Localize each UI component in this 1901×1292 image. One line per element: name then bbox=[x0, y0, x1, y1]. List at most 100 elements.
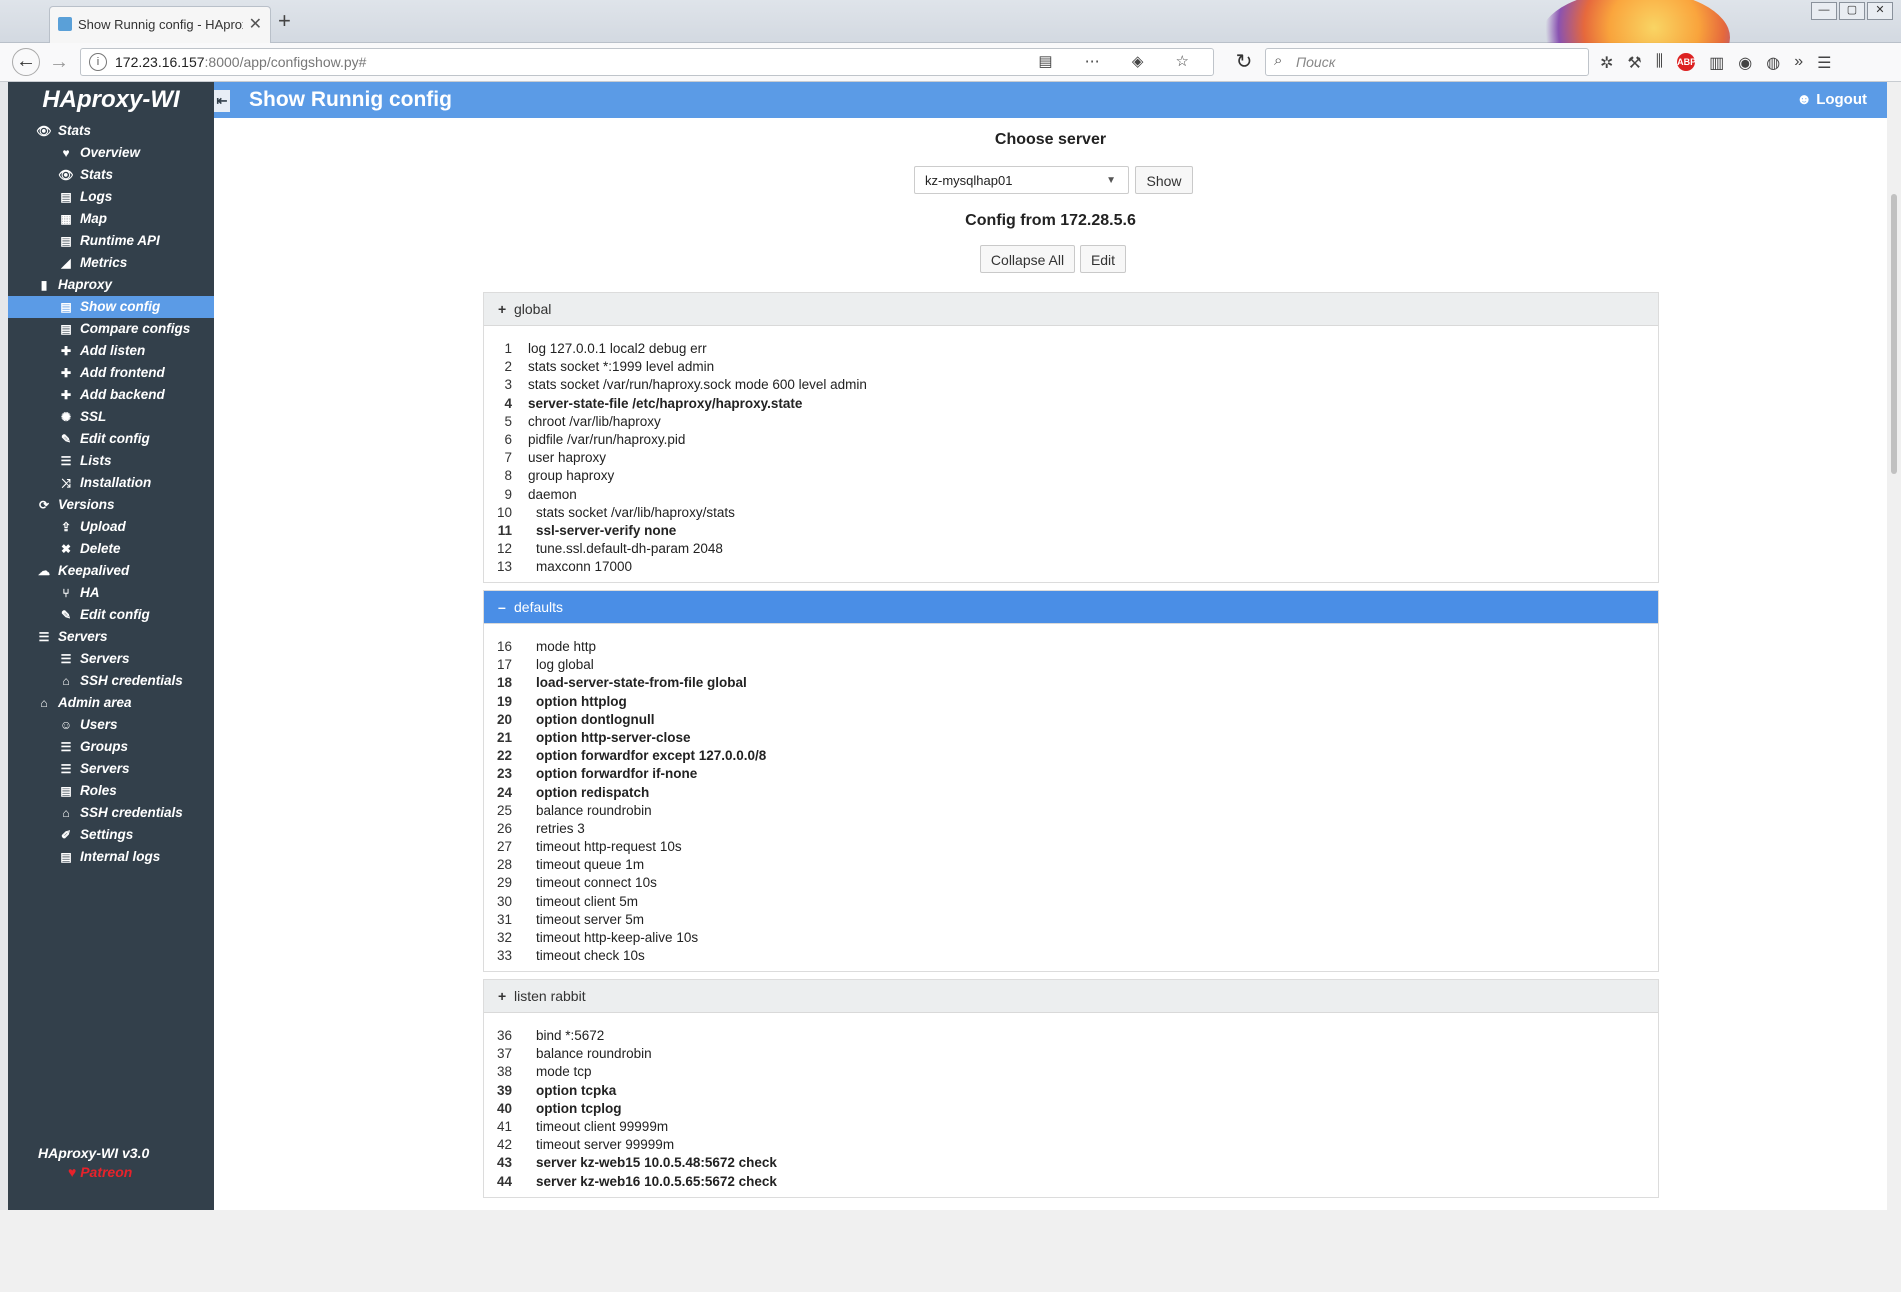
chevron-down-icon: ▼ bbox=[1106, 175, 1116, 186]
sidebar-item-internal-logs[interactable]: ▤ Internal logs bbox=[8, 846, 214, 868]
sidebar-item-compare-configs[interactable]: ▤ Compare configs bbox=[8, 318, 214, 340]
overflow-icon[interactable]: » bbox=[1794, 53, 1803, 73]
menu-icon[interactable]: ☰ bbox=[1817, 53, 1831, 73]
extension-icon[interactable]: ◉ bbox=[1738, 53, 1752, 73]
line-text: ssl-server-verify none bbox=[536, 522, 677, 538]
sidebar-item-groups[interactable]: ☰ Groups bbox=[8, 736, 214, 758]
line-number: 29 bbox=[496, 875, 512, 891]
line-text: server kz-web16 10.0.5.65:5672 check bbox=[536, 1173, 777, 1189]
sidebar-icon[interactable]: ▥ bbox=[1709, 53, 1724, 73]
line-text: server-state-file /etc/haproxy/haproxy.s… bbox=[528, 395, 803, 411]
config-line: 1 log 127.0.0.1 local2 debug err bbox=[484, 340, 1658, 358]
minimize-button[interactable]: — bbox=[1811, 2, 1837, 20]
ssl-icon: ✺ bbox=[60, 410, 72, 424]
search-bar[interactable]: ⌕ Поиск bbox=[1265, 48, 1589, 76]
line-text: pidfile /var/run/haproxy.pid bbox=[528, 431, 686, 447]
show-button[interactable]: Show bbox=[1135, 166, 1193, 194]
line-text: balance roundrobin bbox=[536, 1046, 652, 1062]
brand-logo[interactable]: HAproxy-WI bbox=[8, 82, 214, 118]
servers-sub-icon: ☰ bbox=[60, 652, 72, 666]
line-number: 16 bbox=[496, 639, 512, 654]
section-name: listen rabbit bbox=[514, 988, 586, 1004]
sidebar-item-servers[interactable]: ☰ Servers bbox=[8, 626, 214, 648]
url-bar[interactable]: i 172.23.16.157:8000/app/configshow.py# … bbox=[80, 48, 1214, 76]
section-header[interactable]: + listen rabbit bbox=[484, 980, 1658, 1013]
sidebar-item-admin-area[interactable]: ⌂ Admin area bbox=[8, 692, 214, 714]
forward-button[interactable]: → bbox=[45, 49, 73, 75]
section-header[interactable]: + global bbox=[484, 293, 1658, 326]
sidebar-item-lists[interactable]: ☰ Lists bbox=[8, 450, 214, 472]
sidebar-item-metrics[interactable]: ◢ Metrics bbox=[8, 252, 214, 274]
line-text: option tcpka bbox=[536, 1082, 617, 1098]
browser-tab[interactable]: Show Runnig config - HAproxy ✕ bbox=[49, 6, 271, 43]
url-actions[interactable]: ▤ ⋯ ◈ ☆ bbox=[1038, 52, 1203, 70]
collapse-sidebar-button[interactable]: ⇤ bbox=[214, 90, 230, 112]
line-number: 27 bbox=[496, 839, 512, 855]
sidebar-item-stats-sub[interactable]: 👁 Stats bbox=[8, 164, 214, 186]
patreon-link[interactable]: ♥ Patreon bbox=[68, 1164, 149, 1180]
sidebar-item-label: Keepalived bbox=[58, 563, 130, 578]
sidebar-item-roles[interactable]: ▤ Roles bbox=[8, 780, 214, 802]
sidebar-item-keepalived-edit-config[interactable]: ✎ Edit config bbox=[8, 604, 214, 626]
sidebar-item-admin-servers[interactable]: ☰ Servers bbox=[8, 758, 214, 780]
users-icon: ☺ bbox=[59, 718, 73, 732]
page-scrollbar[interactable] bbox=[1887, 164, 1901, 1292]
new-tab-button[interactable]: + bbox=[278, 8, 291, 34]
page-title: Show Runnig config bbox=[249, 88, 452, 111]
sidebar-item-map[interactable]: ▦ Map bbox=[8, 208, 214, 230]
library-icon[interactable]: ⫼ bbox=[1656, 53, 1663, 73]
sidebar-item-upload[interactable]: ⇪ Upload bbox=[8, 516, 214, 538]
sidebar-item-ssh-credentials[interactable]: ⌂ SSH credentials bbox=[8, 670, 214, 692]
ha-icon: ⑂ bbox=[62, 586, 70, 600]
scrollbar-thumb[interactable] bbox=[1891, 194, 1897, 474]
line-text: group haproxy bbox=[528, 468, 615, 484]
sidebar-item-add-listen[interactable]: ✚ Add listen bbox=[8, 340, 214, 362]
sidebar-item-haproxy[interactable]: ▮ Haproxy bbox=[8, 274, 214, 296]
sidebar-item-logs[interactable]: ▤ Logs bbox=[8, 186, 214, 208]
config-line: 24 option redispatch bbox=[484, 784, 1658, 802]
sidebar-item-stats[interactable]: 👁 Stats bbox=[8, 120, 214, 142]
addon-icon[interactable]: ◍ bbox=[1766, 53, 1780, 73]
config-line: 29 timeout connect 10s bbox=[484, 874, 1658, 892]
wrench-icon[interactable]: ⚒ bbox=[1627, 53, 1641, 73]
server-select[interactable]: kz-mysqlhap01 ▼ bbox=[914, 166, 1129, 194]
site-info-icon[interactable]: i bbox=[89, 53, 107, 71]
sidebar-item-overview[interactable]: ♥ Overview bbox=[8, 142, 214, 164]
sidebar-item-runtime-api[interactable]: ▤ Runtime API bbox=[8, 230, 214, 252]
line-text: timeout server 5m bbox=[536, 911, 645, 927]
config-line: 37 balance roundrobin bbox=[484, 1045, 1658, 1063]
line-text: log global bbox=[536, 657, 594, 673]
close-window-button[interactable]: ✕ bbox=[1867, 2, 1893, 20]
edit-config-icon: ✎ bbox=[60, 432, 72, 446]
collapse-all-button[interactable]: Collapse All bbox=[980, 245, 1075, 273]
line-number: 42 bbox=[496, 1137, 512, 1153]
edit-button[interactable]: Edit bbox=[1080, 245, 1126, 273]
back-button[interactable]: ← bbox=[12, 48, 40, 76]
config-line: 17 log global bbox=[484, 656, 1658, 674]
tab-close-icon[interactable]: ✕ bbox=[249, 14, 262, 34]
sidebar-item-settings[interactable]: ✐ Settings bbox=[8, 824, 214, 846]
section-header[interactable]: – defaults bbox=[484, 591, 1658, 624]
sidebar-item-ssl[interactable]: ✺ SSL bbox=[8, 406, 214, 428]
sidebar-item-add-backend[interactable]: ✚ Add backend bbox=[8, 384, 214, 406]
sidebar-item-versions[interactable]: ⟳ Versions bbox=[8, 494, 214, 516]
sidebar-item-ha[interactable]: ⑂ HA bbox=[8, 582, 214, 604]
config-line: 13 maxconn 17000 bbox=[484, 558, 1658, 576]
sidebar-item-admin-ssh-credentials[interactable]: ⌂ SSH credentials bbox=[8, 802, 214, 824]
sidebar-item-servers-sub[interactable]: ☰ Servers bbox=[8, 648, 214, 670]
gear-icon[interactable]: ✲ bbox=[1600, 53, 1613, 73]
sidebar-item-delete[interactable]: ✖ Delete bbox=[8, 538, 214, 560]
sidebar-item-installation[interactable]: ⤨ Installation bbox=[8, 472, 214, 494]
sidebar-item-edit-config[interactable]: ✎ Edit config bbox=[8, 428, 214, 450]
reload-icon[interactable]: ↻ bbox=[1230, 49, 1258, 75]
logout-button[interactable]: ☻ Logout bbox=[1796, 91, 1867, 108]
sidebar-item-keepalived[interactable]: ☁ Keepalived bbox=[8, 560, 214, 582]
sidebar-item-show-config[interactable]: ▤ Show config bbox=[8, 296, 214, 318]
url-text[interactable]: 172.23.16.157:8000/app/configshow.py# bbox=[115, 54, 366, 70]
sidebar-item-users[interactable]: ☺ Users bbox=[8, 714, 214, 736]
maximize-button[interactable]: ▢ bbox=[1839, 2, 1865, 20]
line-number: 41 bbox=[496, 1118, 512, 1134]
sidebar-item-add-frontend[interactable]: ✚ Add frontend bbox=[8, 362, 214, 384]
sidebar-item-label: Lists bbox=[80, 453, 112, 468]
adblock-icon[interactable]: ABP bbox=[1677, 53, 1696, 71]
